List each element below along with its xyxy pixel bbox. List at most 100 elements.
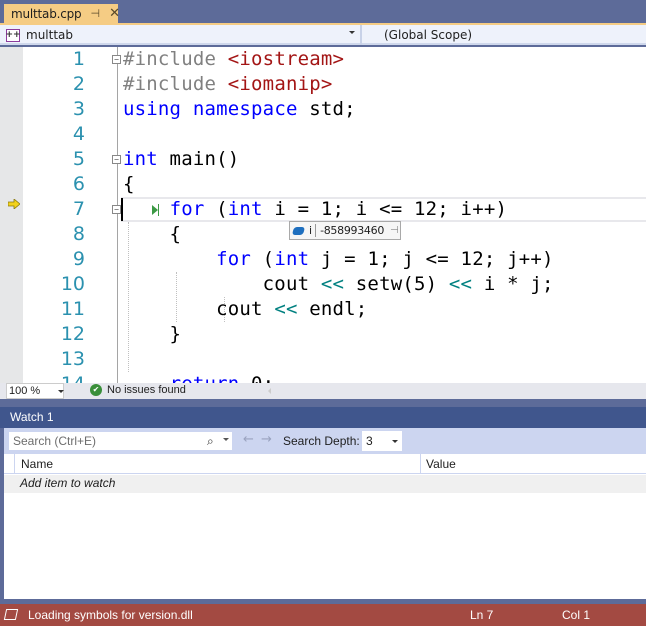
line-number: 2 bbox=[72, 73, 85, 95]
search-depth-dropdown[interactable]: 3 bbox=[362, 431, 402, 451]
status-bar: Loading symbols for version.dll Ln 7 Col… bbox=[0, 604, 646, 626]
line-number: 8 bbox=[72, 223, 85, 245]
column-header-name[interactable]: Name bbox=[21, 457, 53, 471]
arrow-left-icon[interactable]: ← bbox=[243, 432, 254, 447]
datatip-divider bbox=[315, 224, 317, 237]
code-line[interactable]: 2 #include <iomanip> bbox=[0, 72, 646, 97]
line-number: 13 bbox=[60, 348, 85, 370]
variable-icon bbox=[291, 226, 306, 235]
datatip-value[interactable]: -858993460 bbox=[320, 224, 384, 237]
pin-icon[interactable]: ⊣ bbox=[90, 7, 100, 20]
code-text: for (int i = 1; i <= 12; i++) bbox=[123, 197, 507, 222]
code-line[interactable]: 6{ bbox=[0, 172, 646, 197]
code-token: cout bbox=[123, 273, 321, 295]
code-line[interactable]: 9 for (int j = 1; j <= 12; j++) bbox=[0, 247, 646, 272]
code-token: i = 1; i <= 12; i++) bbox=[262, 198, 508, 220]
code-token: } bbox=[123, 323, 182, 345]
code-line[interactable]: 4 bbox=[0, 122, 646, 147]
code-editor[interactable]: 1− #include <iostream> 2 #include <iomanip>… bbox=[0, 47, 646, 383]
code-text: cout << endl; bbox=[123, 297, 367, 322]
column-header-value[interactable]: Value bbox=[426, 457, 456, 471]
code-text: } bbox=[123, 322, 181, 347]
line-number: 5 bbox=[72, 148, 85, 170]
editor-status-strip: 100 % ✔ No issues found bbox=[0, 383, 646, 399]
tab-multtab-cpp[interactable]: multtab.cpp ⊣ ✕ bbox=[4, 4, 120, 23]
code-token: { bbox=[123, 223, 182, 245]
code-line[interactable]: 11 cout << endl; bbox=[0, 297, 646, 322]
line-number: 3 bbox=[72, 98, 85, 120]
status-line-number[interactable]: Ln 7 bbox=[470, 608, 493, 622]
code-text: int main() bbox=[123, 147, 239, 172]
search-depth-value: 3 bbox=[366, 434, 373, 448]
code-line[interactable]: 1 − #include <iostream> bbox=[0, 47, 646, 72]
watch-grid: Name Value Add item to watch bbox=[4, 454, 646, 599]
code-text: using namespace std; bbox=[123, 97, 356, 122]
code-text: { bbox=[123, 172, 135, 197]
tab-title: multtab.cpp bbox=[11, 6, 82, 21]
datatip[interactable]: i -858993460 ⊣ bbox=[289, 221, 401, 240]
chevron-down-icon[interactable] bbox=[223, 438, 229, 441]
watch-search-input[interactable]: Search (Ctrl+E) bbox=[8, 431, 233, 451]
code-line[interactable]: 7 − for (int i = 1; i <= 12; i++) bbox=[0, 197, 646, 222]
datatip-name: i bbox=[309, 224, 313, 237]
check-circle-icon: ✔ bbox=[90, 384, 102, 396]
issues-indicator[interactable]: ✔ No issues found bbox=[90, 384, 186, 396]
code-token: i * j; bbox=[472, 273, 554, 295]
collapse-outline-icon[interactable]: − bbox=[112, 55, 121, 64]
line-number: 9 bbox=[72, 248, 85, 270]
scope-dropdown[interactable]: (Global Scope) bbox=[384, 28, 472, 42]
zoom-level-dropdown[interactable]: 100 % bbox=[6, 383, 64, 399]
code-text: cout << setw(5) << i * j; bbox=[123, 272, 554, 297]
code-text: for (int j = 1; j <= 12; j++) bbox=[123, 247, 554, 272]
column-resize-handle[interactable] bbox=[420, 454, 421, 474]
line-number: 12 bbox=[60, 323, 85, 345]
collapse-outline-icon[interactable]: − bbox=[112, 155, 121, 164]
cpp-project-icon: ++ bbox=[5, 28, 21, 42]
preprocessor-token: #include bbox=[123, 48, 228, 70]
project-dropdown[interactable]: ++ multtab bbox=[5, 25, 360, 45]
close-icon[interactable]: ✕ bbox=[109, 6, 120, 21]
scroll-left-icon[interactable] bbox=[268, 388, 271, 394]
line-number: 14 bbox=[28, 372, 85, 383]
watch-window-title[interactable]: Watch 1 bbox=[0, 407, 646, 428]
code-line[interactable]: 13 bbox=[0, 347, 646, 372]
code-line[interactable]: 10 cout << setw(5) << i * j; bbox=[0, 272, 646, 297]
code-line[interactable]: 3 using namespace std; bbox=[0, 97, 646, 122]
pin-icon[interactable]: ⊣ bbox=[390, 225, 399, 236]
string-token: <iostream> bbox=[227, 48, 345, 70]
code-token: ( bbox=[251, 248, 275, 270]
chevron-down-icon[interactable] bbox=[58, 390, 64, 393]
line-number: 11 bbox=[60, 298, 85, 320]
preprocessor-token: #include bbox=[123, 73, 228, 95]
keyword-token: int bbox=[274, 248, 310, 270]
string-token: <iomanip> bbox=[227, 73, 333, 95]
status-ready-icon bbox=[3, 609, 19, 620]
code-text: #include <iostream> bbox=[123, 47, 344, 72]
zoom-level: 100 % bbox=[9, 385, 41, 397]
code-token: ( bbox=[204, 198, 228, 220]
arrow-right-icon[interactable]: → bbox=[261, 432, 272, 447]
operator-token: << bbox=[320, 273, 345, 295]
chevron-down-icon[interactable] bbox=[349, 31, 355, 34]
panel-splitter[interactable] bbox=[0, 399, 646, 407]
keyword-token: for bbox=[169, 198, 205, 220]
line-number: 6 bbox=[72, 173, 85, 195]
code-text: #include <iomanip> bbox=[123, 72, 333, 97]
code-text: return 0; bbox=[123, 372, 275, 383]
operator-token: << bbox=[448, 273, 473, 295]
code-line[interactable]: 5 − int main() bbox=[0, 147, 646, 172]
add-item-to-watch-row[interactable]: Add item to watch bbox=[4, 475, 646, 493]
code-token: j = 1; j <= 12; j++) bbox=[309, 248, 554, 270]
issues-text: No issues found bbox=[107, 384, 186, 396]
code-line[interactable]: 14 return 0; bbox=[0, 372, 646, 383]
status-column-number[interactable]: Col 1 bbox=[562, 608, 590, 622]
code-token: setw(5) bbox=[344, 273, 449, 295]
collapse-outline-icon[interactable]: − bbox=[112, 205, 121, 214]
code-line[interactable]: 12 } bbox=[0, 322, 646, 347]
search-icon[interactable]: ⌕ bbox=[207, 434, 214, 449]
document-tab-strip: multtab.cpp ⊣ ✕ bbox=[0, 0, 646, 23]
code-token: endl; bbox=[297, 298, 368, 320]
